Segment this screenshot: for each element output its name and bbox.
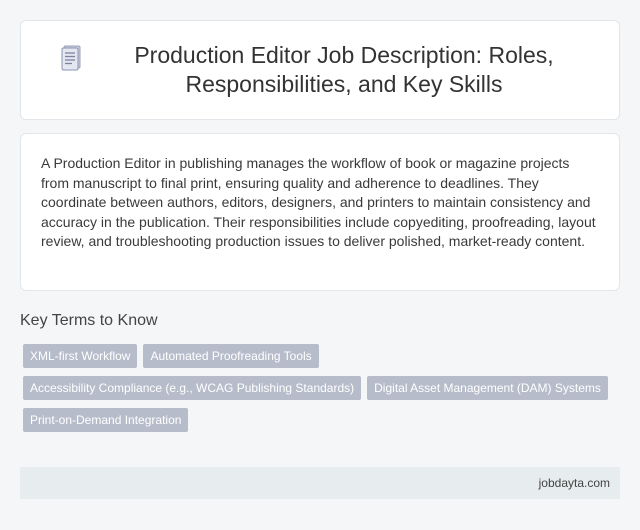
description-text: A Production Editor in publishing manage… <box>41 155 596 250</box>
title-wrap: Production Editor Job Description: Roles… <box>31 41 609 99</box>
tag-automated-proofreading-tools[interactable]: Automated Proofreading Tools <box>143 344 319 368</box>
tag-print-on-demand-integration[interactable]: Print-on-Demand Integration <box>23 408 189 432</box>
document-icon <box>61 45 81 71</box>
description-card: A Production Editor in publishing manage… <box>20 133 620 291</box>
tag-digital-asset-management[interactable]: Digital Asset Management (DAM) Systems <box>367 376 608 400</box>
footer-site-link[interactable]: jobdayta.com <box>539 476 610 490</box>
key-terms-tags: XML-first Workflow Automated Proofreadin… <box>23 344 623 432</box>
tag-xml-first-workflow[interactable]: XML-first Workflow <box>23 344 138 368</box>
tag-accessibility-compliance[interactable]: Accessibility Compliance (e.g., WCAG Pub… <box>23 376 362 400</box>
footer: jobdayta.com <box>20 467 620 499</box>
page: Production Editor Job Description: Roles… <box>0 0 640 530</box>
key-terms-heading: Key Terms to Know <box>20 312 158 329</box>
title-card: Production Editor Job Description: Roles… <box>20 20 620 120</box>
page-title: Production Editor Job Description: Roles… <box>134 42 554 97</box>
